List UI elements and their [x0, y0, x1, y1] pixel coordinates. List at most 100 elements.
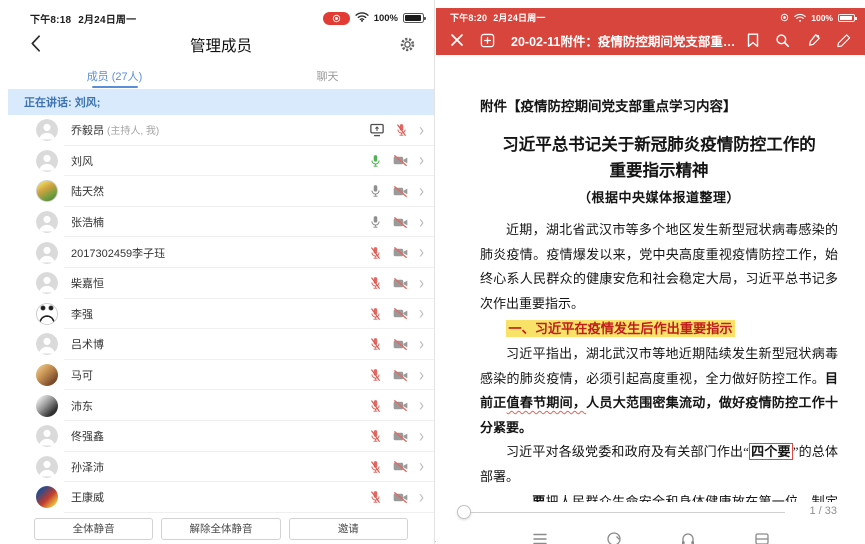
unmute-all-button[interactable]: 解除全体静音	[161, 518, 280, 540]
member-status-icons: ›	[369, 398, 424, 413]
footer-actions: 全体静音 解除全体静音 邀请	[8, 513, 434, 544]
member-name: 佟强鑫	[71, 428, 104, 444]
wifi-icon	[794, 9, 806, 27]
doc-subtitle: （根据中央媒体报道整理）	[480, 187, 838, 206]
member-status-icons: ›	[369, 276, 424, 291]
chevron-right-icon[interactable]: ›	[419, 152, 424, 171]
avatar	[36, 303, 58, 325]
member-row[interactable]: 刘风 ›	[8, 146, 434, 177]
member-status-icons: ›	[369, 459, 424, 474]
avatar	[36, 456, 58, 478]
member-status-icons: ›	[369, 337, 424, 352]
doc-attachment-line: 附件【疫情防控期间党支部重点学习内容】	[480, 95, 838, 115]
bookmark-icon[interactable]	[747, 33, 759, 48]
doc-paragraph-2: 习近平指出，湖北武汉市等地近期陆续发生新型冠状病毒感染的肺炎疫情，必须引起高度重…	[480, 342, 838, 440]
member-row[interactable]: 吕术博 ›	[8, 329, 434, 360]
member-status-icons: ›	[369, 306, 424, 321]
pdf-bottom-toolbar	[436, 531, 865, 544]
tab-members[interactable]: 成员 (27人)	[8, 62, 221, 89]
battery-percent: 100%	[811, 13, 833, 23]
mic-icon	[369, 215, 382, 229]
page-indicator: 1 / 33	[809, 505, 837, 517]
chevron-right-icon[interactable]: ›	[419, 274, 424, 293]
mic-muted-icon	[369, 490, 382, 504]
mic-muted-icon	[369, 307, 382, 321]
avatar	[36, 211, 58, 233]
invite-button[interactable]: 邀请	[289, 518, 408, 540]
chevron-right-icon[interactable]: ›	[419, 182, 424, 201]
chevron-right-icon[interactable]: ›	[419, 243, 424, 262]
chevron-right-icon[interactable]: ›	[419, 335, 424, 354]
pdf-toolbar: 20-02-11附件：疫情防控期间党支部重点学习内容 (2).pdf	[436, 25, 865, 55]
mic-muted-icon	[369, 460, 382, 474]
mic-muted-icon	[369, 368, 382, 382]
member-row[interactable]: 陆天然 ›	[8, 176, 434, 207]
member-row[interactable]: 孙泽沛›	[8, 452, 434, 483]
camera-off-icon	[393, 216, 408, 229]
member-row[interactable]: 2017302459李子珏 ›	[8, 237, 434, 268]
member-row[interactable]: 佟强鑫 ›	[8, 421, 434, 452]
member-row[interactable]: 张浩楠›	[8, 207, 434, 238]
record-dot-icon	[780, 9, 789, 27]
left-status-time: 下午8:18	[30, 15, 71, 26]
camera-off-icon	[393, 460, 408, 473]
camera-off-icon	[393, 246, 408, 259]
member-status-icons: ›	[369, 368, 424, 383]
member-role: (主持人, 我)	[107, 126, 159, 137]
doc-paragraph-4: ——要把人民群众生命安全和身体健康放在第一位，制定周密方案，组织各方力量开展防控…	[480, 490, 838, 502]
member-name: 刘风	[71, 153, 93, 169]
audio-headset-icon[interactable]	[680, 531, 696, 544]
tab-chat[interactable]: 聊天	[221, 62, 434, 89]
member-status-icons: ›	[369, 153, 424, 168]
chevron-right-icon[interactable]: ›	[419, 121, 424, 140]
camera-off-icon	[393, 307, 408, 320]
page-slider-thumb[interactable]	[457, 505, 471, 519]
member-row[interactable]: 沛东›	[8, 390, 434, 421]
chevron-right-icon[interactable]: ›	[419, 427, 424, 446]
page-slider[interactable]	[460, 512, 785, 513]
mute-all-button[interactable]: 全体静音	[34, 518, 153, 540]
speaking-banner: 正在讲话: 刘风;	[8, 89, 434, 115]
chevron-right-icon[interactable]: ›	[419, 213, 424, 232]
outline-list-icon[interactable]	[532, 531, 548, 544]
member-row[interactable]: 乔毅昂(主持人, 我) ›	[8, 115, 434, 146]
reader-view-icon[interactable]	[754, 531, 770, 544]
avatar	[36, 333, 58, 355]
screen-share-icon	[370, 123, 384, 137]
camera-off-icon	[393, 369, 408, 382]
member-name: 吕术博	[71, 336, 104, 352]
camera-off-icon	[393, 491, 408, 504]
member-status-icons: ›	[369, 429, 424, 444]
mic-muted-icon	[395, 123, 408, 137]
gear-icon[interactable]	[399, 36, 416, 58]
close-icon[interactable]	[450, 33, 464, 47]
member-name: 2017302459李子珏	[71, 245, 165, 261]
member-row[interactable]: 王康威 ›	[8, 482, 434, 513]
screen-recording-icon[interactable]	[323, 12, 350, 25]
doc-paragraph-1: 近期，湖北省武汉市等多个地区发生新型冠状病毒感染的肺炎疫情。疫情爆发以来，党中央…	[480, 218, 838, 316]
chevron-right-icon[interactable]: ›	[419, 366, 424, 385]
right-status-datetime: 下午8:202月24日周一	[450, 11, 546, 24]
member-row[interactable]: 马可›	[8, 360, 434, 391]
avatar	[36, 119, 58, 141]
add-window-icon[interactable]	[480, 33, 495, 48]
marker-pen-icon[interactable]	[806, 33, 821, 48]
mic-muted-icon	[369, 399, 382, 413]
member-name: 陆天然	[71, 183, 104, 199]
left-status-bar: 下午8:182月24日周一 100%	[8, 8, 434, 28]
chevron-right-icon[interactable]: ›	[419, 488, 424, 507]
member-row[interactable]: 李强›	[8, 299, 434, 330]
camera-off-icon	[393, 277, 408, 290]
search-icon[interactable]	[775, 33, 790, 48]
chevron-right-icon[interactable]: ›	[419, 304, 424, 323]
wifi-icon	[355, 9, 369, 27]
pencil-icon[interactable]	[837, 33, 851, 48]
member-name: 乔毅昂(主持人, 我)	[71, 122, 159, 138]
annotate-circle-icon[interactable]	[606, 531, 622, 544]
chevron-right-icon[interactable]: ›	[419, 457, 424, 476]
member-name: 王康威	[71, 489, 104, 505]
chevron-right-icon[interactable]: ›	[419, 396, 424, 415]
right-status-time: 下午8:20	[450, 13, 487, 23]
member-row[interactable]: 柴嘉恒›	[8, 268, 434, 299]
mic-muted-icon	[369, 429, 382, 443]
